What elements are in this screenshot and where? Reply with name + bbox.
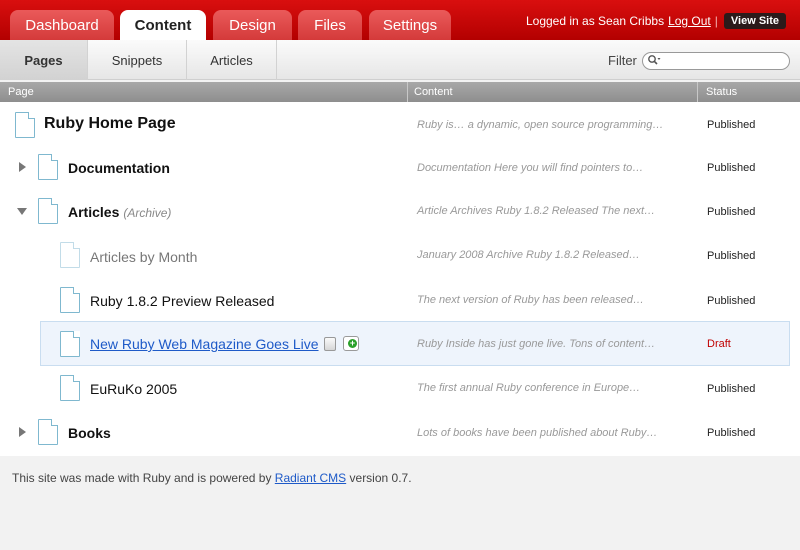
page-icon	[38, 198, 58, 224]
virtual-page-icon	[60, 242, 80, 268]
status-text: Published	[707, 250, 756, 262]
column-header-status[interactable]: Status	[706, 86, 737, 98]
column-divider	[697, 82, 698, 102]
table-header: Page Content Status	[0, 82, 800, 102]
pages-table: Ruby Home Page Ruby is… a dynamic, open …	[0, 102, 800, 456]
content-preview: Lots of books have been published about …	[417, 427, 658, 439]
search-icon	[647, 54, 661, 69]
tab-dashboard[interactable]: Dashboard	[10, 10, 114, 40]
footer-prefix: This site was made with Ruby and is powe…	[12, 471, 272, 485]
content-preview: The next version of Ruby has been releas…	[417, 294, 644, 306]
table-row[interactable]: Documentation Documentation Here you wil…	[0, 146, 800, 190]
radiant-cms-link[interactable]: Radiant CMS	[275, 471, 346, 485]
table-row[interactable]: Ruby 1.8.2 Preview Released The next ver…	[0, 278, 800, 322]
logout-link[interactable]: Log Out	[668, 14, 711, 28]
tab-settings[interactable]: Settings	[369, 10, 451, 40]
subtab-articles[interactable]: Articles	[187, 40, 277, 80]
footer: This site was made with Ruby and is powe…	[12, 471, 412, 485]
status-text: Published	[707, 383, 756, 395]
top-header: Dashboard Content Design Files Settings …	[0, 0, 800, 40]
footer-suffix: version 0.7.	[349, 471, 412, 485]
status-text: Published	[707, 206, 756, 218]
content-preview: Documentation Here you will find pointer…	[417, 162, 644, 174]
page-icon	[60, 375, 80, 401]
view-site-button[interactable]: View Site	[723, 13, 786, 29]
table-row[interactable]: Ruby Home Page Ruby is… a dynamic, open …	[0, 102, 800, 146]
tab-content[interactable]: Content	[120, 10, 206, 40]
filter-label: Filter	[608, 53, 637, 68]
status-text: Published	[707, 295, 756, 307]
add-child-icon[interactable]: +	[343, 336, 359, 351]
page-icon	[60, 331, 80, 357]
content-preview: The first annual Ruby conference in Euro…	[417, 382, 641, 394]
userbar-separator: |	[714, 14, 718, 28]
expand-arrow-icon[interactable]	[19, 427, 26, 437]
page-title-link[interactable]: Documentation	[68, 160, 170, 176]
page-icon	[38, 419, 58, 445]
table-row[interactable]: Articles (Archive) Article Archives Ruby …	[0, 190, 800, 234]
page-title-text: Articles	[68, 204, 120, 220]
page-title-link[interactable]: EuRuKo 2005	[90, 381, 177, 397]
column-divider	[407, 82, 408, 102]
collapse-arrow-icon[interactable]	[17, 208, 27, 215]
page-title-link[interactable]: Ruby Home Page	[44, 115, 176, 133]
expand-arrow-icon[interactable]	[19, 162, 26, 172]
table-row[interactable]: Books Lots of books have been published …	[0, 410, 800, 454]
table-row[interactable]: EuRuKo 2005 The first annual Ruby confer…	[0, 366, 800, 410]
logged-in-text: Logged in as Sean Cribbs	[525, 14, 665, 28]
page-title-link[interactable]: Articles by Month	[90, 249, 197, 265]
page-title-link[interactable]: Books	[68, 425, 111, 441]
trash-icon[interactable]	[324, 337, 336, 351]
subtab-pages[interactable]: Pages	[0, 40, 88, 80]
status-text: Published	[707, 119, 756, 131]
content-preview: Ruby Inside has just gone live. Tons of …	[417, 338, 656, 350]
tab-files[interactable]: Files	[298, 10, 362, 40]
content-preview: January 2008 Archive Ruby 1.8.2 Released…	[417, 249, 640, 261]
status-text: Published	[707, 427, 756, 439]
page-icon	[60, 287, 80, 313]
page-subtitle: (Archive)	[123, 206, 172, 220]
column-header-content[interactable]: Content	[414, 86, 453, 98]
tab-design[interactable]: Design	[213, 10, 292, 40]
filter-input[interactable]	[642, 52, 790, 70]
page-icon	[38, 154, 58, 180]
content-preview: Article Archives Ruby 1.8.2 Released The…	[417, 205, 656, 217]
page-title-link[interactable]: Ruby 1.8.2 Preview Released	[90, 293, 274, 309]
subtab-snippets[interactable]: Snippets	[88, 40, 187, 80]
content-preview: Ruby is… a dynamic, open source programm…	[417, 119, 664, 131]
page-icon	[15, 112, 35, 138]
page-title-link[interactable]: New Ruby Web Magazine Goes Live	[90, 336, 319, 352]
page-title-link[interactable]: Articles (Archive)	[68, 204, 171, 220]
table-row-highlighted[interactable]: New Ruby Web Magazine Goes Live + Ruby I…	[40, 321, 790, 366]
status-text: Published	[707, 162, 756, 174]
table-row[interactable]: Articles by Month January 2008 Archive R…	[0, 234, 800, 278]
status-text: Draft	[707, 338, 731, 350]
column-header-page[interactable]: Page	[8, 86, 34, 98]
user-bar: Logged in as Sean Cribbs Log Out | View …	[526, 13, 786, 29]
